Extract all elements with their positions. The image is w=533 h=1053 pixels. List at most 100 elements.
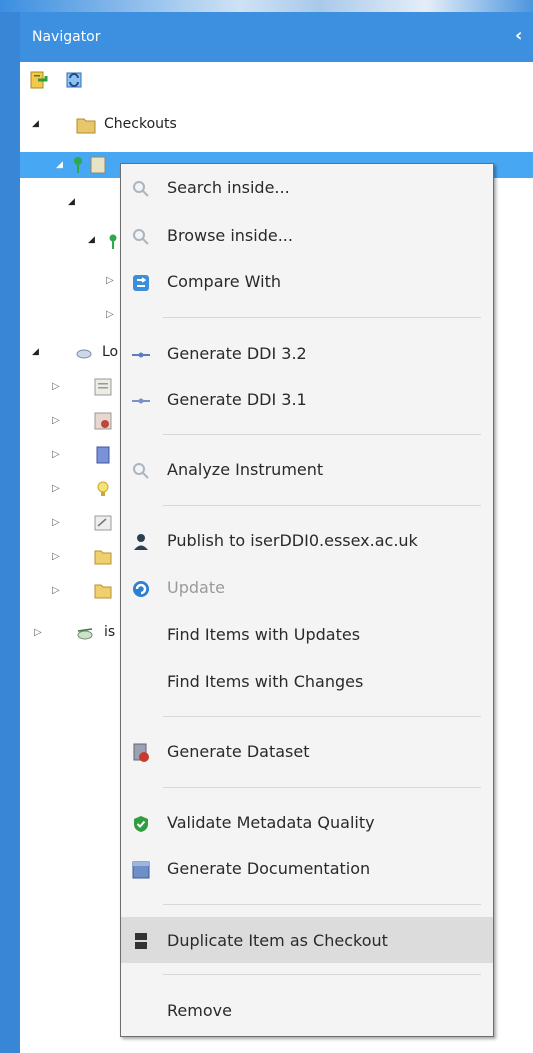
ddi-export-icon	[131, 391, 151, 411]
context-menu: Search inside... Browse inside... Compar…	[120, 163, 494, 1037]
window-background-strip	[0, 0, 533, 12]
compare-icon	[131, 273, 151, 293]
menu-item-duplicate-checkout[interactable]: Duplicate Item as Checkout	[121, 917, 493, 963]
menu-item-find-changes[interactable]: Find Items with Changes	[121, 661, 493, 703]
repository-icon	[76, 627, 94, 645]
tree-node-local[interactable]: ◢ Lo	[20, 342, 120, 364]
menu-separator	[163, 716, 481, 717]
menu-separator	[163, 505, 481, 506]
update-icon	[131, 579, 151, 599]
tree-node-item[interactable]: ▷	[20, 580, 120, 602]
tree-node-item[interactable]: ▷	[20, 376, 120, 398]
tree-label-local: Lo	[102, 344, 119, 360]
documentation-icon	[131, 860, 151, 880]
menu-item-generate-ddi-32[interactable]: Generate DDI 3.2	[121, 333, 493, 375]
menu-separator	[163, 974, 481, 975]
menu-item-browse-inside[interactable]: Browse inside...	[121, 215, 493, 257]
menu-item-label: Find Items with Updates	[167, 625, 361, 644]
menu-item-search-inside[interactable]: Search inside...	[121, 167, 493, 209]
ddi-export-icon	[131, 345, 151, 365]
menu-item-label: Search inside...	[167, 178, 290, 197]
menu-separator	[163, 317, 481, 318]
menu-item-label: Compare With	[167, 272, 281, 291]
menu-separator	[163, 904, 481, 905]
window-left-edge	[0, 12, 20, 1053]
menu-item-label: Browse inside...	[167, 226, 293, 245]
refresh-icon[interactable]	[64, 70, 84, 90]
collapsed-arrow-icon[interactable]: ▷	[52, 381, 60, 392]
menu-item-label: Generate DDI 3.2	[167, 344, 307, 363]
panel-title: Navigator	[32, 29, 101, 45]
search-icon	[131, 179, 151, 199]
tree-node-checkouts[interactable]: ◢ Checkouts	[20, 114, 533, 136]
folder-icon	[94, 582, 112, 600]
tree-node-child[interactable]: ▷	[20, 304, 120, 326]
menu-item-label: Validate Metadata Quality	[167, 813, 375, 832]
tree-node-item[interactable]: ▷	[20, 512, 120, 534]
collapsed-arrow-icon[interactable]: ▷	[52, 449, 60, 460]
dataset-icon	[131, 743, 151, 763]
expand-arrow-icon[interactable]: ◢	[32, 119, 39, 129]
menu-separator	[163, 434, 481, 435]
collapsed-arrow-icon[interactable]: ▷	[106, 275, 114, 286]
tree-label-remote: is	[104, 624, 116, 640]
tree-node-item[interactable]: ▷	[20, 546, 120, 568]
navigator-header: Navigator ‹	[20, 12, 533, 62]
menu-item-label: Generate DDI 3.1	[167, 390, 307, 409]
menu-item-generate-docs[interactable]: Generate Documentation	[121, 848, 493, 890]
collapsed-arrow-icon[interactable]: ▷	[106, 309, 114, 320]
tree-node-item[interactable]: ▷	[20, 410, 120, 432]
collapsed-arrow-icon[interactable]: ▷	[52, 415, 60, 426]
menu-item-label: Update	[167, 578, 225, 597]
search-icon	[131, 227, 151, 247]
tree-node-child[interactable]: ▷	[20, 270, 120, 292]
navigator-toolbar	[20, 62, 533, 102]
pin-icon	[72, 156, 90, 174]
tree-label-checkouts: Checkouts	[104, 116, 177, 132]
menu-separator	[163, 787, 481, 788]
tree-node-remote[interactable]: ▷ is	[20, 622, 120, 644]
lightbulb-icon	[94, 480, 112, 498]
menu-item-label: Generate Dataset	[167, 742, 310, 761]
collapsed-arrow-icon[interactable]: ▷	[52, 483, 60, 494]
menu-item-compare-with[interactable]: Compare With	[121, 261, 493, 303]
shield-check-icon	[131, 814, 151, 834]
folder-icon	[76, 116, 96, 134]
menu-item-generate-dataset[interactable]: Generate Dataset	[121, 731, 493, 773]
search-icon	[131, 461, 151, 481]
folder-icon	[94, 548, 112, 566]
menu-item-label: Analyze Instrument	[167, 460, 324, 479]
collapsed-arrow-icon[interactable]: ▷	[52, 517, 60, 528]
menu-item-analyze-instrument[interactable]: Analyze Instrument	[121, 449, 493, 491]
collapsed-arrow-icon[interactable]: ▷	[52, 551, 60, 562]
expand-arrow-icon[interactable]: ◢	[32, 347, 39, 357]
menu-item-find-updates[interactable]: Find Items with Updates	[121, 614, 493, 656]
menu-item-label: Generate Documentation	[167, 859, 371, 878]
menu-item-validate-quality[interactable]: Validate Metadata Quality	[121, 802, 493, 844]
tree-node-item[interactable]: ▷	[20, 478, 120, 500]
tree-node-child[interactable]: ◢	[20, 230, 120, 252]
tree-node-child[interactable]: ◢	[20, 192, 120, 214]
collapse-panel-button[interactable]: ‹	[515, 26, 533, 46]
collapsed-arrow-icon[interactable]: ▷	[52, 585, 60, 596]
menu-item-label: Publish to iserDDI0.essex.ac.uk	[167, 531, 418, 550]
collapsed-arrow-icon[interactable]: ▷	[34, 627, 42, 638]
repository-icon	[76, 347, 94, 365]
user-icon	[131, 532, 151, 552]
add-item-icon[interactable]	[28, 70, 48, 90]
menu-item-publish[interactable]: Publish to iserDDI0.essex.ac.uk	[121, 520, 493, 562]
tree-node-item[interactable]: ▷	[20, 444, 120, 466]
menu-item-label: Remove	[167, 1001, 232, 1020]
expand-arrow-icon[interactable]: ◢	[56, 160, 63, 170]
menu-item-generate-ddi-31[interactable]: Generate DDI 3.1	[121, 379, 493, 421]
menu-item-remove[interactable]: Remove	[121, 990, 493, 1032]
book-icon	[94, 446, 112, 464]
document-icon	[90, 156, 108, 174]
menu-item-label: Find Items with Changes	[167, 672, 364, 691]
menu-item-update[interactable]: Update	[121, 567, 493, 609]
duplicate-icon	[131, 931, 151, 951]
expand-arrow-icon[interactable]: ◢	[68, 197, 75, 207]
document-icon	[94, 378, 112, 396]
expand-arrow-icon[interactable]: ◢	[88, 235, 95, 245]
dataset-icon	[94, 412, 112, 430]
